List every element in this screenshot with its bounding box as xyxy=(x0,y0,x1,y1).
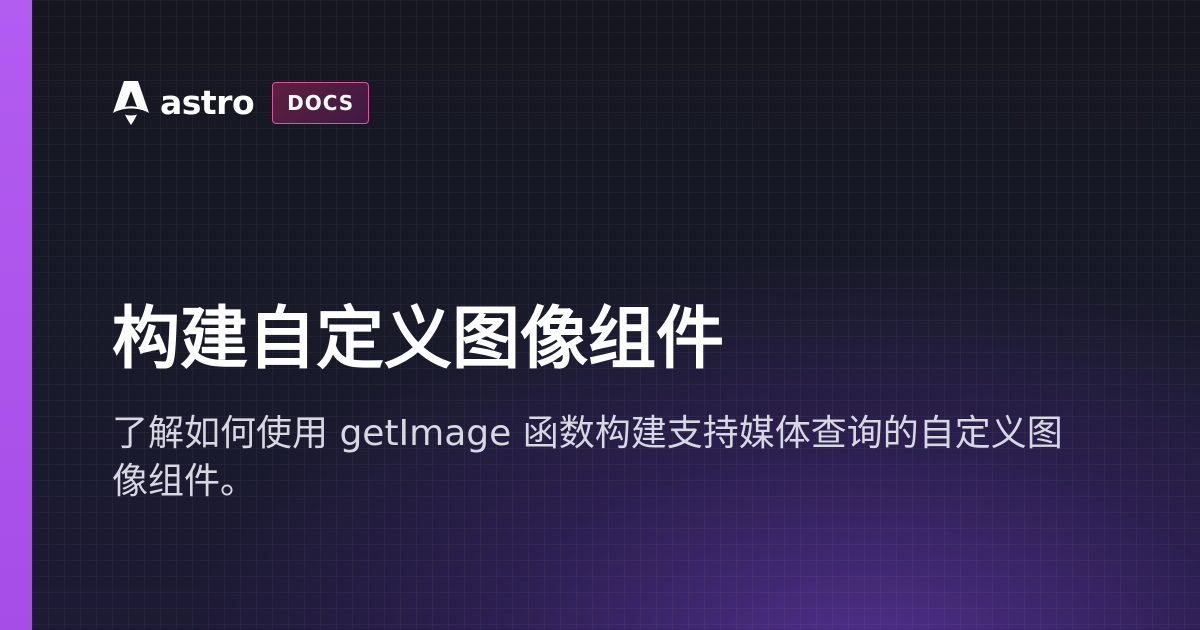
brand-header: astro DOCS xyxy=(112,80,370,126)
docs-badge: DOCS xyxy=(272,82,370,124)
page-description: 了解如何使用 getImage 函数构建支持媒体查询的自定义图像组件。 xyxy=(112,413,1063,502)
accent-bar xyxy=(0,0,32,630)
astro-rocket-logo-icon xyxy=(113,81,149,125)
brand-wordmark: astro xyxy=(160,83,255,122)
page-title: 构建自定义图像组件 xyxy=(112,300,725,379)
social-card: astro DOCS 构建自定义图像组件 了解如何使用 getImage 函数构… xyxy=(0,0,1200,630)
